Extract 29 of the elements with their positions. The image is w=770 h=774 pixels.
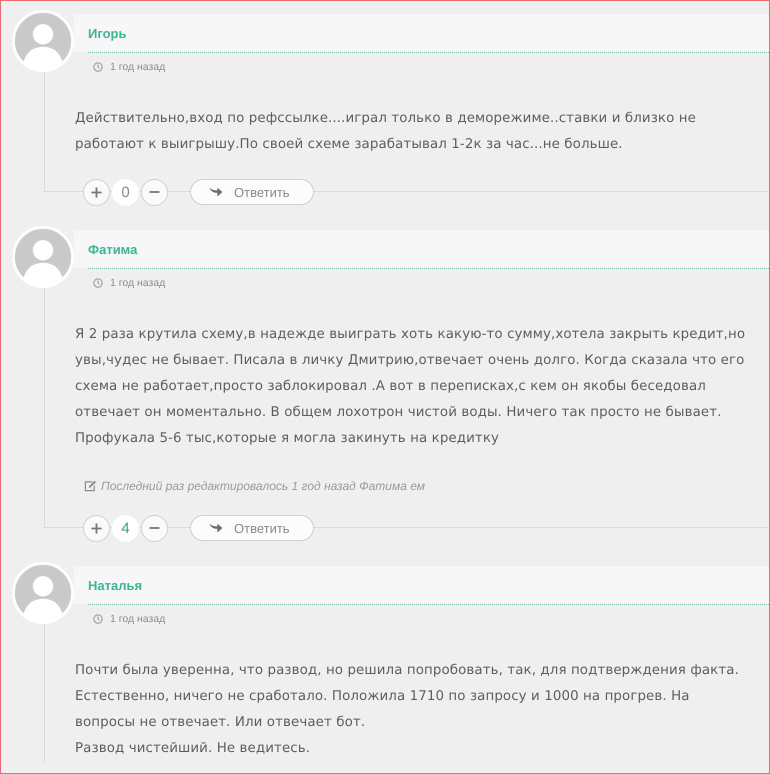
- upvote-button[interactable]: [83, 514, 110, 542]
- reply-arrow-icon: [209, 187, 223, 197]
- reply-button[interactable]: Ответить: [190, 179, 314, 205]
- edited-note: Последний раз редактировалось 1 год назад Фатима ем: [101, 479, 425, 493]
- vote-count: 4: [112, 514, 139, 542]
- reply-arrow-icon: [209, 523, 223, 533]
- comment-text: Почти была уверенна, что развод, но решила попробовать, так, для подтверждения факта. Естественно, ничего не сработало. Положила 1710 по запросу и 1000 на прогрев. На вопросы не отвечает. Или отвечает бот.: [75, 662, 740, 732]
- plus-icon: [91, 186, 102, 198]
- comment-text: Я 2 раза крутила схему,в надежде выиграть хоть какую-то сумму,хотела закрыть кредит,но увы,чудес не бывает. Писала в личку Дмитрию,отвечает очень долго. Когда сказала что его схема не работает,просто заблокировал .А вот в переписках,с кем он якобы беседовал отвечает он моментально. В общем лохотрон чистой воды. Ничего так просто не бывает. Профукала 5-6 тыс,которые я могла закинуть на кредитку: [75, 326, 746, 448]
- clock-icon: [93, 614, 103, 624]
- clock-icon: [93, 278, 103, 288]
- minus-icon: [149, 527, 160, 529]
- comment-time: 1 год назад: [110, 276, 166, 288]
- downvote-button[interactable]: [141, 514, 168, 542]
- author-name: Наталья: [88, 578, 142, 592]
- comment-time: 1 год назад: [110, 612, 166, 624]
- comment-text: Действительно,вход по рефссылке....играл только в деморежиме..ставки и близко не работают к выигрышу.По своей схеме зарабатывал 1-2к за час...не больше.: [75, 110, 697, 154]
- clock-icon: [93, 62, 103, 72]
- comment-text: Развод чистейший. Не ведитесь.: [75, 740, 312, 758]
- author-name: Фатима: [88, 242, 138, 256]
- upvote-button[interactable]: [83, 178, 110, 206]
- minus-icon: [149, 191, 160, 193]
- edit-icon: [84, 480, 97, 492]
- author-name: Игорь: [88, 26, 126, 40]
- comment-time: 1 год назад: [110, 60, 166, 72]
- vote-count: 0: [112, 178, 139, 206]
- downvote-button[interactable]: [141, 178, 168, 206]
- reply-button[interactable]: Ответить: [190, 515, 314, 541]
- plus-icon: [91, 522, 102, 534]
